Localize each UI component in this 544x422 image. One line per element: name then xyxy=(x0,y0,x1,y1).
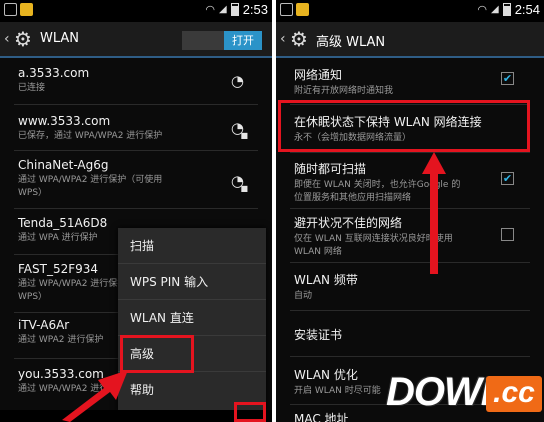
page-title: 高级 WLAN xyxy=(316,35,386,50)
status-bar: ◠ ◢ 2:54 xyxy=(276,0,544,22)
setting-subtitle: 位置服务和其他应用扫描网络 xyxy=(294,193,412,203)
back-icon[interactable]: ‹ xyxy=(280,31,286,47)
navigation-bar xyxy=(0,410,272,422)
screenshot-icon xyxy=(4,3,17,16)
notification-icon xyxy=(20,3,33,16)
battery-icon xyxy=(230,3,239,16)
battery-icon xyxy=(502,3,511,16)
action-bar: ‹ ⚙ WLAN 打开 xyxy=(0,22,272,58)
divider xyxy=(290,262,530,263)
setting-title: WLAN 频带 xyxy=(294,273,358,287)
notification-icon xyxy=(296,3,309,16)
divider xyxy=(290,152,530,153)
setting-wlan-band[interactable]: WLAN 频带 自动 xyxy=(276,271,544,302)
wlan-toggle[interactable]: 打开 xyxy=(182,31,262,50)
setting-install-certificate[interactable]: 安装证书 xyxy=(276,326,544,343)
lock-icon: ■ xyxy=(240,184,248,193)
menu-item-wlan-direct[interactable]: WLAN 直连 xyxy=(118,300,266,336)
red-arrow-icon xyxy=(62,370,128,422)
divider xyxy=(14,208,258,209)
menu-item-wps-pin[interactable]: WPS PIN 输入 xyxy=(118,264,266,300)
divider xyxy=(290,208,530,209)
cell-signal-icon: ◢ xyxy=(490,4,499,15)
setting-subtitle: WLAN 网络 xyxy=(294,247,342,257)
setting-subtitle: 附近有开放网络时通知我 xyxy=(294,86,394,96)
wifi-signal-icon: ◠ xyxy=(477,3,487,16)
page-title: WLAN xyxy=(40,31,80,46)
action-bar: ‹ ⚙ 高级 WLAN xyxy=(276,22,544,58)
divider xyxy=(14,150,258,151)
divider xyxy=(290,356,530,357)
checkbox-always-scan[interactable]: ✔ xyxy=(501,172,514,185)
wifi-signal-icon: ◠ xyxy=(205,3,215,16)
setting-title: 安装证书 xyxy=(294,328,343,342)
checkbox-network-notification[interactable]: ✔ xyxy=(501,72,514,85)
settings-gear-icon[interactable]: ⚙ xyxy=(290,28,308,50)
status-bar: ◠ ◢ 2:53 xyxy=(0,0,272,22)
red-arrow-icon xyxy=(422,152,446,274)
watermark-suffix: .cc xyxy=(486,376,542,412)
wifi-signal-icon: ◔ xyxy=(230,72,244,90)
lock-icon: ■ xyxy=(240,131,248,140)
toggle-on-label: 打开 xyxy=(224,31,262,50)
status-time: 2:53 xyxy=(242,2,268,17)
menu-item-scan[interactable]: 扫描 xyxy=(118,228,266,264)
screenshot-icon xyxy=(280,3,293,16)
divider xyxy=(290,310,530,311)
cell-signal-icon: ◢ xyxy=(218,4,227,15)
checkbox-avoid-poor-networks[interactable] xyxy=(501,228,514,241)
setting-subtitle: 自动 xyxy=(294,291,313,301)
settings-gear-icon[interactable]: ⚙ xyxy=(14,28,32,50)
status-time: 2:54 xyxy=(514,2,540,17)
advanced-wlan-screen: ◠ ◢ 2:54 ‹ ⚙ 高级 WLAN 网络通知 附近有开放网络时通知我 ✔ … xyxy=(276,0,544,422)
wlan-screen: ◠ ◢ 2:53 ‹ ⚙ WLAN 打开 a.3533.com 已连接 ◔ ww… xyxy=(0,0,272,422)
divider xyxy=(14,104,258,105)
highlight-keep-wlan-on-sleep xyxy=(278,100,530,152)
overflow-menu: 扫描 WPS PIN 输入 WLAN 直连 高级 帮助 xyxy=(118,228,266,412)
highlight-menu-key xyxy=(234,402,266,422)
back-icon[interactable]: ‹ xyxy=(4,31,10,47)
network-ssid: ChinaNet-Ag6g xyxy=(18,158,109,172)
